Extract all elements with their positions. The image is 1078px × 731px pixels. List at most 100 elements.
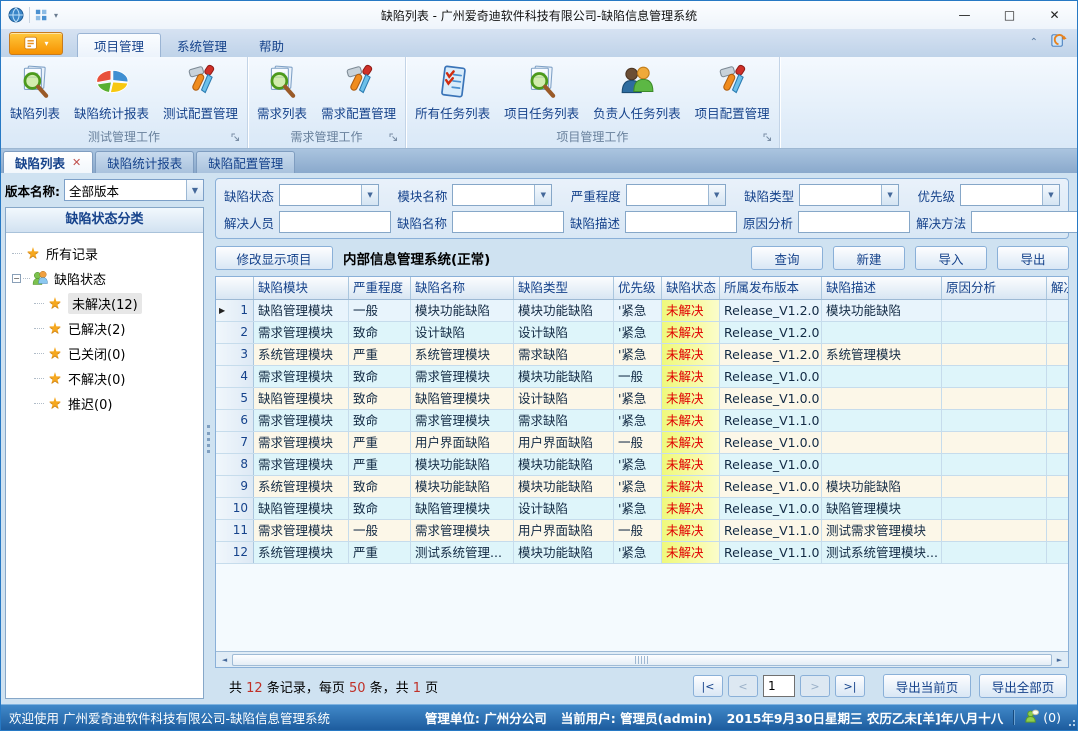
new-button[interactable]: 新建 xyxy=(833,246,905,270)
export-current-page-button[interactable]: 导出当前页 xyxy=(883,674,971,698)
row-header[interactable]: 3 xyxy=(216,344,254,365)
horizontal-scrollbar[interactable]: ◄ ► xyxy=(216,651,1068,667)
quick-access-grid-icon[interactable] xyxy=(35,8,49,22)
quick-access-dropdown-icon[interactable]: ▾ xyxy=(54,11,58,20)
dialog-launcher-icon[interactable] xyxy=(231,133,242,144)
minimize-button[interactable]: — xyxy=(942,1,987,29)
dialog-launcher-icon[interactable] xyxy=(389,133,400,144)
filter-select[interactable]: ▼ xyxy=(799,184,899,206)
table-row[interactable]: 11需求管理模块一般需求管理模块用户界面缺陷一般未解决Release_V1.1.… xyxy=(216,520,1068,542)
last-page-button[interactable]: >| xyxy=(835,675,865,697)
column-header[interactable]: 解决方法 xyxy=(1047,277,1068,299)
table-row[interactable]: 5缺陷管理模块致命缺陷管理模块设计缺陷'紧急未解决Release_V1.0.0 xyxy=(216,388,1068,410)
column-header[interactable]: 缺陷模块 xyxy=(254,277,349,299)
modify-display-items-button[interactable]: 修改显示项目 xyxy=(215,246,333,270)
tree-item[interactable]: −缺陷状态 xyxy=(12,266,201,291)
row-header[interactable]: 4 xyxy=(216,366,254,387)
filter-select[interactable]: ▼ xyxy=(960,184,1060,206)
tree-expander-icon[interactable]: − xyxy=(12,274,21,283)
close-tab-icon[interactable]: ✕ xyxy=(72,156,81,169)
filter-text-input[interactable] xyxy=(279,211,391,233)
column-header[interactable]: 所属发布版本 xyxy=(720,277,822,299)
scrollbar-thumb[interactable] xyxy=(232,654,1052,666)
ribbon-button[interactable]: 项目任务列表 xyxy=(497,59,586,124)
tree-item[interactable]: ★所有记录 xyxy=(12,241,201,266)
close-button[interactable]: ✕ xyxy=(1032,1,1077,29)
tree-item[interactable]: ★未解决(12) xyxy=(12,291,201,316)
row-header[interactable]: 12 xyxy=(216,542,254,563)
row-header[interactable]: 5 xyxy=(216,388,254,409)
filter-select[interactable]: ▼ xyxy=(279,184,379,206)
row-header[interactable]: 10 xyxy=(216,498,254,519)
row-header[interactable]: 11 xyxy=(216,520,254,541)
row-header[interactable]: 2 xyxy=(216,322,254,343)
table-row[interactable]: 8需求管理模块严重模块功能缺陷模块功能缺陷'紧急未解决Release_V1.0.… xyxy=(216,454,1068,476)
ribbon-button[interactable]: 缺陷统计报表 xyxy=(67,59,156,124)
filter-text-input[interactable] xyxy=(971,211,1077,233)
tree-item[interactable]: ★已解决(2) xyxy=(12,316,201,341)
column-header[interactable]: 缺陷类型 xyxy=(514,277,614,299)
table-row[interactable]: 6需求管理模块致命需求管理模块需求缺陷'紧急未解决Release_V1.1.0 xyxy=(216,410,1068,432)
ribbon-button[interactable]: 负责人任务列表 xyxy=(586,59,688,124)
filter-text-input[interactable] xyxy=(798,211,910,233)
table-row[interactable]: 12系统管理模块严重测试系统管理...模块功能缺陷'紧急未解决Release_V… xyxy=(216,542,1068,564)
table-row[interactable]: 9系统管理模块致命模块功能缺陷模块功能缺陷'紧急未解决Release_V1.0.… xyxy=(216,476,1068,498)
app-logo-icon[interactable] xyxy=(8,7,24,23)
filter-select[interactable]: ▼ xyxy=(626,184,726,206)
dropdown-arrow-icon[interactable]: ▼ xyxy=(1042,185,1059,205)
document-tab[interactable]: 缺陷列表✕ xyxy=(3,151,93,173)
tree-item[interactable]: ★推迟(0) xyxy=(12,391,201,416)
dropdown-arrow-icon[interactable]: ▼ xyxy=(708,185,725,205)
document-tab[interactable]: 缺陷配置管理 xyxy=(196,151,295,173)
maximize-button[interactable]: □ xyxy=(987,1,1032,29)
dialog-launcher-icon[interactable] xyxy=(763,133,774,144)
column-header[interactable]: 缺陷名称 xyxy=(411,277,514,299)
dropdown-arrow-icon[interactable]: ▼ xyxy=(881,185,898,205)
dropdown-arrow-icon[interactable]: ▼ xyxy=(361,185,378,205)
scroll-left-icon[interactable]: ◄ xyxy=(217,656,232,664)
row-header[interactable]: 9 xyxy=(216,476,254,497)
row-header[interactable]: ▶1 xyxy=(216,300,254,321)
ribbon-tab[interactable]: 项目管理 xyxy=(77,33,161,57)
ribbon-button[interactable]: 缺陷列表 xyxy=(3,59,67,124)
ribbon-button[interactable]: 项目配置管理 xyxy=(688,59,777,124)
filter-select[interactable]: ▼ xyxy=(452,184,552,206)
ribbon-button[interactable]: 需求配置管理 xyxy=(314,59,403,124)
collapse-ribbon-icon[interactable]: ⌃ xyxy=(1030,38,1038,48)
import-button[interactable]: 导入 xyxy=(915,246,987,270)
ribbon-tab[interactable]: 帮助 xyxy=(243,33,300,57)
row-header[interactable]: 8 xyxy=(216,454,254,475)
query-button[interactable]: 查询 xyxy=(751,246,823,270)
tree-item[interactable]: ★不解决(0) xyxy=(12,366,201,391)
about-icon[interactable] xyxy=(1050,32,1067,53)
first-page-button[interactable]: |< xyxy=(693,675,723,697)
export-button[interactable]: 导出 xyxy=(997,246,1069,270)
table-row[interactable]: 2需求管理模块致命设计缺陷设计缺陷'紧急未解决Release_V1.2.0 xyxy=(216,322,1068,344)
prev-page-button[interactable]: < xyxy=(728,675,758,697)
column-header[interactable]: 缺陷描述 xyxy=(822,277,942,299)
page-number-input[interactable] xyxy=(763,675,795,697)
row-header[interactable]: 7 xyxy=(216,432,254,453)
table-row[interactable]: ▶1缺陷管理模块一般模块功能缺陷模块功能缺陷'紧急未解决Release_V1.2… xyxy=(216,300,1068,322)
resize-grip-icon[interactable] xyxy=(1067,720,1075,728)
ribbon-tab[interactable]: 系统管理 xyxy=(161,33,243,57)
column-header[interactable]: 原因分析 xyxy=(942,277,1047,299)
row-header[interactable]: 6 xyxy=(216,410,254,431)
tree-item[interactable]: ★已关闭(0) xyxy=(12,341,201,366)
panel-splitter[interactable] xyxy=(204,173,213,704)
app-menu-button[interactable]: ▾ xyxy=(9,32,63,55)
table-row[interactable]: 7需求管理模块严重用户界面缺陷用户界面缺陷一般未解决Release_V1.0.0 xyxy=(216,432,1068,454)
version-select[interactable]: 全部版本 ▼ xyxy=(64,179,204,201)
ribbon-button[interactable]: 需求列表 xyxy=(250,59,314,124)
dropdown-arrow-icon[interactable]: ▼ xyxy=(534,185,551,205)
table-row[interactable]: 3系统管理模块严重系统管理模块需求缺陷'紧急未解决Release_V1.2.0系… xyxy=(216,344,1068,366)
next-page-button[interactable]: > xyxy=(800,675,830,697)
scroll-right-icon[interactable]: ► xyxy=(1052,656,1067,664)
table-row[interactable]: 4需求管理模块致命需求管理模块模块功能缺陷一般未解决Release_V1.0.0 xyxy=(216,366,1068,388)
ribbon-button[interactable]: 测试配置管理 xyxy=(156,59,245,124)
ribbon-button[interactable]: 所有任务列表 xyxy=(408,59,497,124)
column-header[interactable]: 严重程度 xyxy=(349,277,411,299)
filter-text-input[interactable] xyxy=(625,211,737,233)
table-row[interactable]: 10缺陷管理模块致命缺陷管理模块设计缺陷'紧急未解决Release_V1.0.0… xyxy=(216,498,1068,520)
messages-user-icon[interactable] xyxy=(1024,709,1039,727)
